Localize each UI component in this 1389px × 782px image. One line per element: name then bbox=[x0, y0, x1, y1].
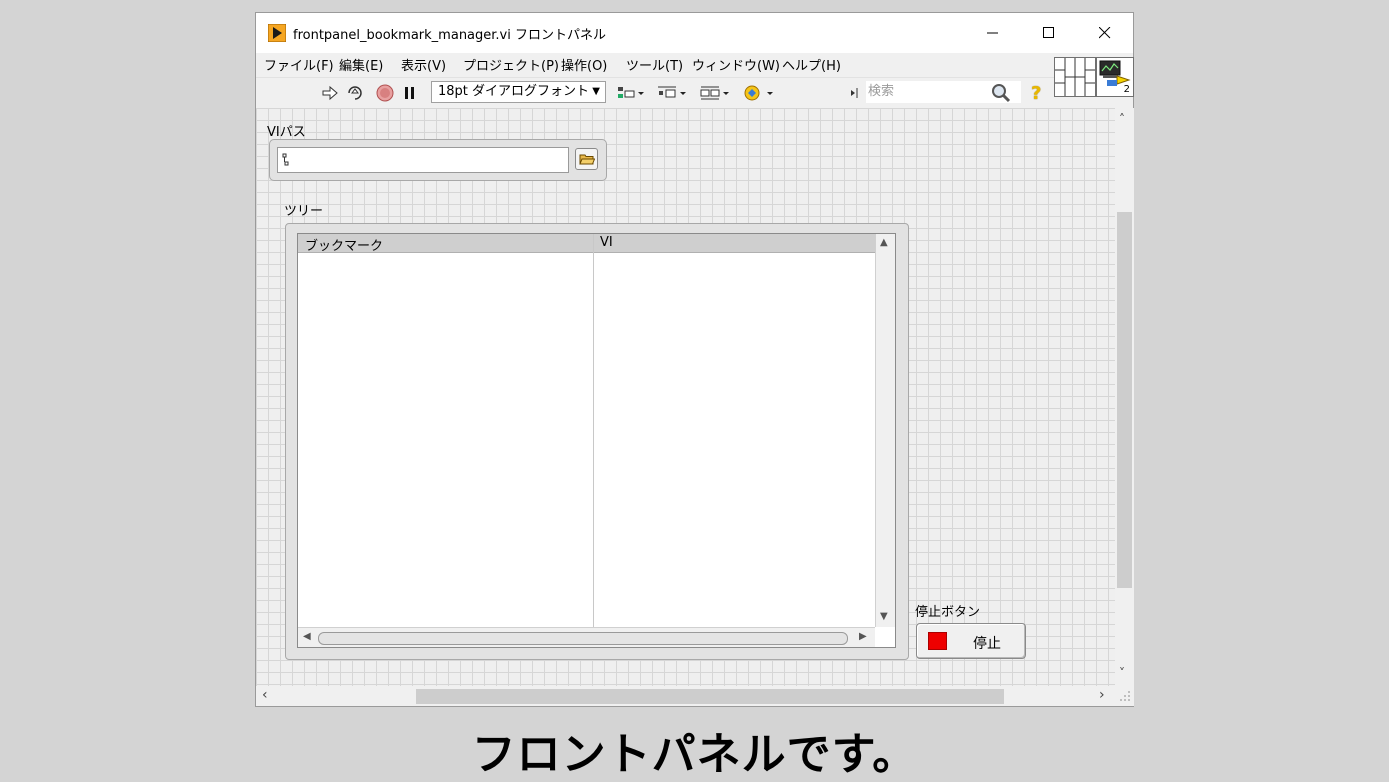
panel-vscroll-thumb[interactable] bbox=[1117, 212, 1132, 588]
resize-grip-icon bbox=[1120, 691, 1130, 701]
menu-operate[interactable]: 操作(O) bbox=[561, 55, 607, 74]
connector-pane-grid-icon bbox=[1055, 58, 1095, 96]
reorder-icon bbox=[744, 85, 773, 101]
labview-front-panel-window: frontpanel_bookmark_manager.vi フロントパネル フ… bbox=[255, 12, 1134, 707]
run-arrow-icon bbox=[322, 85, 338, 101]
maximize-icon bbox=[1043, 27, 1054, 38]
distribute-objects-button[interactable] bbox=[656, 83, 688, 103]
minimize-button[interactable] bbox=[965, 13, 1021, 53]
panel-hscroll-thumb[interactable] bbox=[416, 689, 1004, 704]
folder-open-icon bbox=[578, 154, 595, 164]
vi-icon-number: 2 bbox=[1123, 84, 1130, 95]
font-select-value: 18pt ダイアログフォント bbox=[438, 84, 590, 99]
column-header-bookmark[interactable]: ブックマーク bbox=[305, 235, 383, 254]
toolbar: 18pt ダイアログフォント ▼ 検索 ? bbox=[256, 77, 1054, 108]
menu-help[interactable]: ヘルプ(H) bbox=[782, 55, 841, 74]
panel-vertical-scrollbar[interactable]: ˄ ˅ bbox=[1115, 108, 1134, 686]
tree-horizontal-scrollbar[interactable]: ◀ ▶ bbox=[298, 627, 875, 647]
scroll-right-icon[interactable]: ▶ bbox=[859, 631, 867, 642]
close-button[interactable] bbox=[1077, 13, 1133, 53]
scroll-down-icon[interactable]: ▼ bbox=[880, 611, 888, 622]
vi-path-input[interactable] bbox=[277, 147, 569, 173]
column-header-vi[interactable]: VI bbox=[600, 235, 613, 250]
chevron-up-icon[interactable]: ˄ bbox=[1119, 112, 1125, 126]
menu-bar: ファイル(F) 編集(E) 表示(V) プロジェクト(P) 操作(O) ツール(… bbox=[256, 53, 1054, 77]
font-select[interactable]: 18pt ダイアログフォント ▼ bbox=[431, 81, 606, 103]
resize-grip[interactable] bbox=[1115, 686, 1134, 706]
run-continuously-icon bbox=[348, 86, 362, 100]
chevron-right-icon[interactable]: › bbox=[1099, 687, 1105, 703]
run-button[interactable] bbox=[322, 83, 338, 103]
chevron-down-scroll-icon[interactable]: ˅ bbox=[1119, 666, 1125, 680]
pause-button[interactable] bbox=[403, 83, 417, 103]
window-title: frontpanel_bookmark_manager.vi フロントパネル bbox=[293, 28, 606, 43]
tree-control: ブックマーク VI ▲ ▼ ◀ ▶ bbox=[285, 223, 909, 660]
stop-indicator-led bbox=[928, 632, 947, 650]
expand-arrow-icon bbox=[851, 88, 858, 98]
panel-horizontal-scrollbar[interactable]: ‹ › bbox=[256, 686, 1115, 706]
resize-objects-button[interactable] bbox=[699, 83, 731, 103]
abort-stop-icon bbox=[376, 84, 394, 102]
stop-button[interactable]: 停止 bbox=[916, 623, 1026, 659]
maximize-button[interactable] bbox=[1021, 13, 1077, 53]
align-objects-button[interactable] bbox=[616, 83, 646, 103]
browse-button[interactable] bbox=[575, 148, 598, 170]
distribute-objects-icon bbox=[658, 86, 686, 98]
tree-label: ツリー bbox=[284, 204, 324, 219]
scroll-up-icon[interactable]: ▲ bbox=[880, 237, 888, 248]
tree-header: ブックマーク VI bbox=[298, 234, 875, 254]
stop-button-label: 停止ボタン bbox=[915, 605, 981, 620]
menu-window[interactable]: ウィンドウ(W) bbox=[692, 55, 780, 74]
path-type-icon bbox=[282, 153, 289, 166]
column-divider[interactable] bbox=[593, 234, 594, 627]
run-continuously-button[interactable] bbox=[346, 83, 364, 103]
vi-path-label: VIパス bbox=[267, 125, 306, 140]
close-icon bbox=[1099, 27, 1111, 39]
tree-hscroll-thumb[interactable] bbox=[318, 632, 848, 645]
reorder-button[interactable] bbox=[743, 83, 777, 103]
menu-view[interactable]: 表示(V) bbox=[401, 55, 446, 74]
abort-button[interactable] bbox=[376, 83, 394, 103]
vi-icon[interactable]: 2 bbox=[1096, 57, 1134, 97]
search-placeholder: 検索 bbox=[868, 84, 895, 99]
connector-pane[interactable] bbox=[1054, 57, 1096, 97]
menu-file[interactable]: ファイル(F) bbox=[264, 55, 334, 74]
search-icon bbox=[992, 84, 1011, 103]
menu-project[interactable]: プロジェクト(P) bbox=[463, 55, 559, 74]
align-objects-icon bbox=[618, 87, 644, 98]
scroll-left-icon[interactable]: ◀ bbox=[303, 631, 311, 642]
resize-objects-icon bbox=[700, 86, 729, 100]
title-bar[interactable]: frontpanel_bookmark_manager.vi フロントパネル bbox=[256, 13, 1133, 53]
slide-caption: フロントパネルです。 bbox=[471, 729, 918, 780]
pause-icon bbox=[405, 87, 414, 99]
help-question-icon: ? bbox=[1031, 82, 1042, 104]
chevron-down-icon: ▼ bbox=[592, 86, 600, 97]
labview-app-icon bbox=[268, 24, 286, 42]
minimize-icon bbox=[987, 32, 998, 34]
stop-button-text: 停止 bbox=[973, 636, 1001, 652]
menu-edit[interactable]: 編集(E) bbox=[339, 55, 383, 74]
tree-vertical-scrollbar[interactable]: ▲ ▼ bbox=[875, 234, 895, 627]
search-button[interactable] bbox=[991, 83, 1011, 103]
chevron-left-icon[interactable]: ‹ bbox=[262, 687, 268, 703]
search-expand-button[interactable] bbox=[850, 83, 860, 103]
context-help-button[interactable]: ? bbox=[1031, 82, 1042, 104]
vi-path-control bbox=[269, 139, 607, 181]
front-panel-canvas[interactable]: VIパス ツリー ブックマーク VI ▲ ▼ ◀ ▶ 停止ボタン 停止 bbox=[256, 108, 1115, 686]
menu-tools[interactable]: ツール(T) bbox=[626, 55, 683, 74]
tree-listbox[interactable]: ブックマーク VI ▲ ▼ ◀ ▶ bbox=[297, 233, 896, 648]
